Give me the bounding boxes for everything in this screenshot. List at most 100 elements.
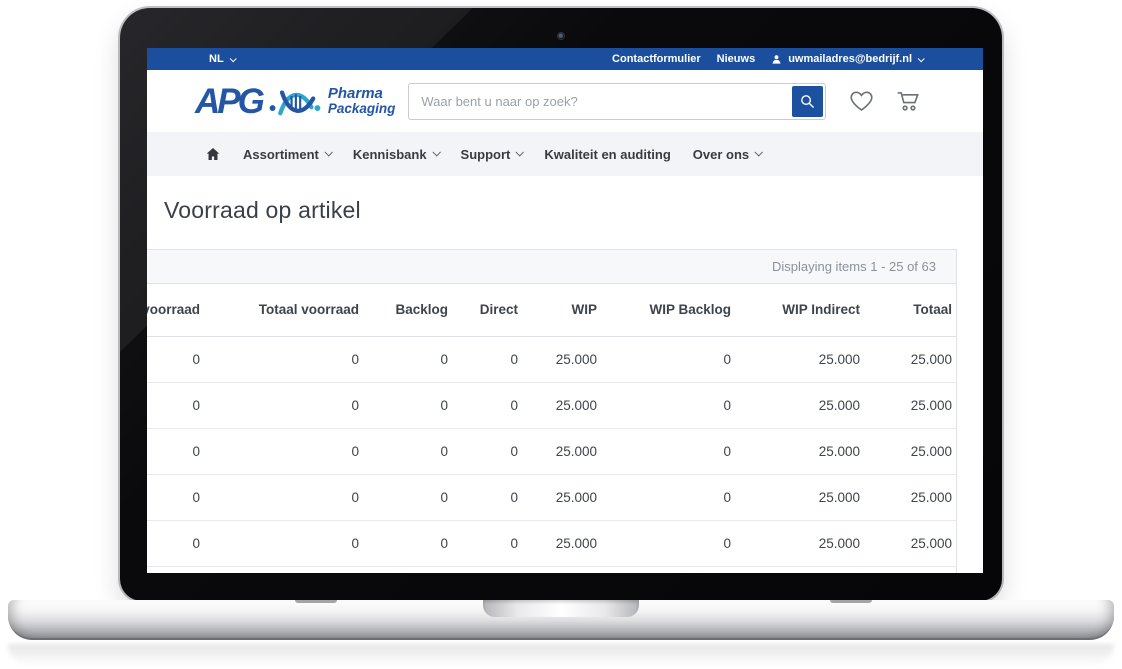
hinge-mark [830,600,872,603]
topbar-link-contactformulier[interactable]: Contactformulier [612,53,701,65]
nav-item-label: Over ons [693,147,749,162]
column-header-direct[interactable]: Direct [453,284,523,336]
hinge-mark [295,600,337,603]
cell: 0 [147,474,205,520]
wishlist-button[interactable] [848,88,875,114]
account-email: uwmailadres@bedrijf.nl [788,53,912,65]
column-header-wip[interactable]: WIP [523,284,602,336]
search-input[interactable] [409,94,790,109]
home-icon [205,146,221,162]
chevron-down-icon [516,148,524,156]
nav-item-label: Assortiment [243,147,319,162]
logo-tagline: Pharma Packaging [328,86,396,116]
laptop-notch [483,600,639,617]
cell: 0 [205,336,364,382]
logo-tagline-top: Pharma [328,86,396,102]
nav-item-assortiment[interactable]: Assortiment [243,147,331,162]
cell: 0 [602,428,736,474]
cell: 25.000 [865,520,957,566]
nav-item-over-ons[interactable]: Over ons [693,147,761,162]
column-header-totaal[interactable]: Totaal [865,284,957,336]
table-summary: Displaying items 1 - 25 of 63 [147,249,956,284]
cell: 0 [453,520,523,566]
page-title: Voorraad op artikel [147,176,983,224]
cell: 25.000 [523,428,602,474]
account-menu[interactable]: uwmailadres@bedrijf.nl [771,53,923,65]
cell: 25.000 [865,336,957,382]
cell: 25.000 [865,428,957,474]
search-button[interactable] [792,86,823,117]
topbar-link-nieuws[interactable]: Nieuws [717,53,756,65]
nav-item-kennisbank[interactable]: Kennisbank [353,147,439,162]
chevron-down-icon [432,148,440,156]
cell: 0 [602,336,736,382]
chevron-down-icon [918,55,925,62]
column-header-totaal-voorraad[interactable]: Totaal voorraad [205,284,364,336]
laptop-mockup: NL Contactformulier Nieuws uwmailadres@b… [0,0,1122,669]
logo[interactable]: APG Pharma P [195,81,395,121]
nav-home[interactable] [205,146,221,162]
cell: 25.000 [736,428,865,474]
cell: 0 [147,520,205,566]
cell: 25.000 [736,520,865,566]
cart-button[interactable] [894,88,922,114]
nav-item-kwaliteit-en-auditing[interactable]: Kwaliteit en auditing [544,147,670,162]
browser-viewport: NL Contactformulier Nieuws uwmailadres@b… [147,48,983,573]
language-selector[interactable]: NL [209,53,235,65]
column-header-voorraad[interactable]: voorraad [147,284,205,336]
cell: 25.000 [523,336,602,382]
topbar: NL Contactformulier Nieuws uwmailadres@b… [147,48,983,70]
cell: 0 [205,520,364,566]
cell: 0 [147,382,205,428]
stock-table: Displaying items 1 - 25 of 63 voorraad T… [147,249,957,573]
cell: 25.000 [523,382,602,428]
table-row: 0 0 0 0 25.000 0 25.000 25.000 [147,474,957,520]
cell: 25.000 [523,520,602,566]
chevron-down-icon [755,148,763,156]
cell: 0 [147,428,205,474]
cell: 0 [453,428,523,474]
search-icon [799,93,816,110]
column-header-backlog[interactable]: Backlog [364,284,453,336]
nav-item-label: Kwaliteit en auditing [544,147,670,162]
cell: 0 [602,382,736,428]
search-bar [408,83,826,120]
table-row: 0 0 0 0 25.000 0 25.000 25.000 [147,382,957,428]
cell: 25.000 [865,382,957,428]
table-row: 0 0 0 0 25.000 0 25.000 25.000 [147,520,957,566]
partial-table-row [147,566,956,573]
laptop-reflection [8,644,1114,666]
cell: 0 [364,520,453,566]
table-summary-text: Displaying items 1 - 25 of 63 [772,259,936,274]
cell: 0 [364,474,453,520]
cell: 0 [364,336,453,382]
cell: 0 [205,382,364,428]
heart-icon [848,88,875,114]
nav-item-label: Kennisbank [353,147,427,162]
nav-item-support[interactable]: Support [461,147,523,162]
main-nav: Assortiment Kennisbank Support Kwaliteit… [147,132,983,176]
logo-tagline-bottom: Packaging [328,102,396,116]
cell: 0 [602,520,736,566]
nav-item-label: Support [461,147,511,162]
column-header-wip-indirect[interactable]: WIP Indirect [736,284,865,336]
cell: 0 [205,474,364,520]
table-header-row: voorraad Totaal voorraad Backlog Direct … [147,284,957,336]
site-header: APG Pharma P [147,70,983,132]
cell: 0 [453,336,523,382]
topbar-links: Contactformulier Nieuws uwmailadres@bedr… [612,53,983,65]
chevron-down-icon [324,148,332,156]
laptop-screen-bezel: NL Contactformulier Nieuws uwmailadres@b… [120,8,1002,601]
cart-icon [894,88,922,114]
cell: 0 [453,382,523,428]
laptop-base [8,600,1114,640]
user-icon [771,54,782,65]
table-row: 0 0 0 0 25.000 0 25.000 25.000 [147,428,957,474]
cell: 0 [364,382,453,428]
cell: 0 [602,474,736,520]
column-header-wip-backlog[interactable]: WIP Backlog [602,284,736,336]
table-row: 0 0 0 0 25.000 0 25.000 25.000 [147,336,957,382]
chevron-down-icon [229,55,236,62]
cell: 25.000 [736,474,865,520]
cell: 25.000 [736,336,865,382]
